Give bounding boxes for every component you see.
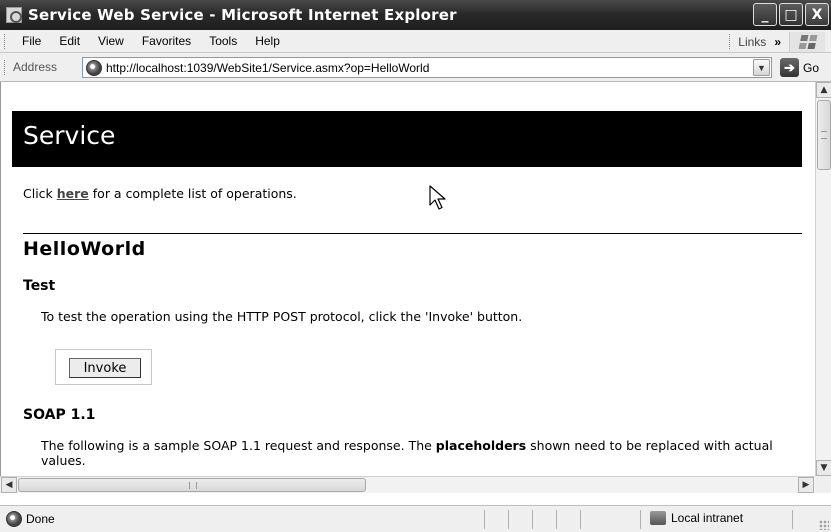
scroll-up-icon[interactable]: ▲	[816, 82, 831, 98]
status-separator	[484, 510, 485, 529]
status-separator	[508, 510, 509, 529]
menu-view[interactable]: View	[89, 34, 133, 48]
menu-favorites[interactable]: Favorites	[133, 34, 200, 48]
go-button[interactable]: ➔ Go	[780, 58, 819, 77]
soap-description: The following is a sample SOAP 1.1 reque…	[41, 438, 781, 468]
test-description: To test the operation using the HTTP POS…	[41, 309, 523, 324]
operation-title: HelloWorld	[23, 238, 146, 260]
links-grip[interactable]	[729, 34, 732, 49]
vertical-scrollbar[interactable]: ▲ ▼	[815, 82, 831, 476]
test-heading: Test	[23, 278, 56, 294]
soap-text-bold: placeholders	[435, 438, 527, 453]
links-label[interactable]: Links	[738, 35, 766, 49]
menu-bar: File Edit View Favorites Tools Help Link…	[0, 30, 831, 53]
status-page-icon	[6, 511, 22, 527]
resize-grip-icon[interactable]	[819, 520, 829, 530]
status-bar: Done Local intranet	[0, 505, 831, 532]
links-toolbar[interactable]: Links »	[725, 30, 781, 53]
operations-list-link[interactable]: here	[57, 186, 89, 201]
ie-app-icon[interactable]	[6, 7, 22, 23]
window-controls: _ □ X	[753, 3, 829, 26]
frame-gap	[0, 493, 831, 505]
address-bar: Address http://localhost:1039/WebSite1/S…	[0, 53, 831, 82]
page-title: Service	[12, 111, 802, 167]
menu-file[interactable]: File	[13, 34, 50, 48]
address-label: Address	[13, 60, 58, 74]
windows-logo	[789, 32, 825, 52]
window-title: Service Web Service - Microsoft Internet…	[28, 6, 457, 24]
horizontal-scrollbar[interactable]: ◀ ▶	[0, 476, 815, 493]
status-separator	[532, 510, 533, 529]
invoke-form: Invoke	[55, 349, 152, 385]
go-arrow-icon[interactable]: ➔	[780, 58, 799, 77]
scroll-left-icon[interactable]: ◀	[1, 477, 17, 493]
page-viewport: Service Click here for a complete list o…	[0, 82, 815, 476]
title-bar: Service Web Service - Microsoft Internet…	[0, 0, 831, 30]
intro-text: Click here for a complete list of operat…	[23, 186, 297, 201]
status-separator	[556, 510, 557, 529]
address-url[interactable]: http://localhost:1039/WebSite1/Service.a…	[106, 61, 429, 75]
divider	[23, 233, 802, 234]
menu-tools[interactable]: Tools	[200, 34, 246, 48]
zone-label: Local intranet	[671, 511, 744, 525]
status-text: Done	[26, 512, 55, 526]
windows-flag-icon	[798, 35, 817, 49]
intro-suffix: for a complete list of operations.	[88, 186, 297, 201]
menu-edit[interactable]: Edit	[50, 34, 89, 48]
scroll-corner	[815, 476, 831, 493]
scroll-down-icon[interactable]: ▼	[816, 460, 831, 476]
intro-prefix: Click	[23, 186, 57, 201]
maximize-button[interactable]: □	[779, 3, 803, 26]
intranet-zone-icon	[650, 511, 666, 525]
go-label[interactable]: Go	[803, 61, 819, 75]
vertical-scroll-thumb[interactable]	[817, 100, 831, 170]
address-dropdown-icon[interactable]: ▼	[753, 59, 770, 76]
security-zone[interactable]: Local intranet	[650, 511, 743, 525]
status-separator	[640, 510, 641, 529]
scroll-right-icon[interactable]: ▶	[798, 477, 814, 493]
status-separator	[580, 510, 581, 529]
invoke-button[interactable]: Invoke	[69, 358, 141, 378]
toolbar-grip[interactable]	[4, 33, 7, 49]
mouse-cursor-icon	[429, 185, 446, 210]
minimize-button[interactable]: _	[753, 3, 777, 26]
close-button[interactable]: X	[805, 3, 829, 26]
page-icon	[86, 59, 102, 76]
soap-text-prefix: The following is a sample SOAP 1.1 reque…	[41, 438, 436, 453]
horizontal-scroll-thumb[interactable]	[18, 478, 366, 492]
soap-heading: SOAP 1.1	[23, 407, 96, 423]
address-input[interactable]: http://localhost:1039/WebSite1/Service.a…	[82, 57, 772, 78]
address-grip[interactable]	[4, 59, 7, 75]
menu-help[interactable]: Help	[246, 34, 289, 48]
links-chevron-icon[interactable]: »	[774, 35, 781, 49]
status-separator	[792, 510, 793, 529]
